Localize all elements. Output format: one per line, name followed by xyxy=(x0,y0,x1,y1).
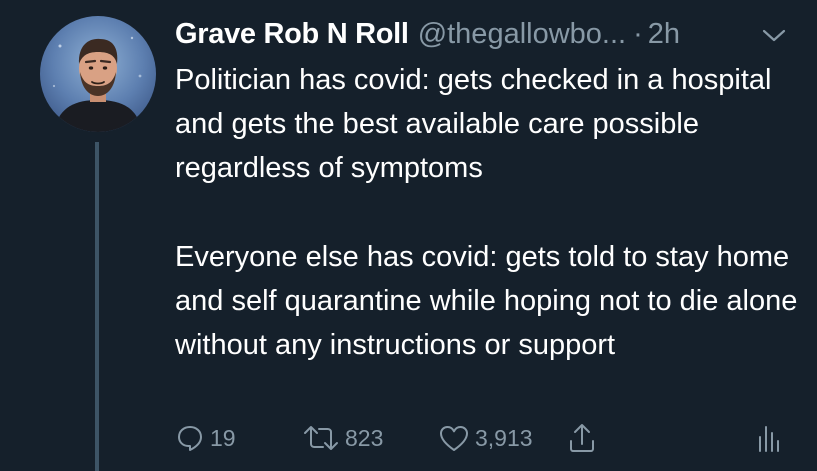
like-button[interactable]: 3,913 xyxy=(438,418,533,458)
share-icon xyxy=(570,424,594,452)
retweet-button[interactable]: 823 xyxy=(302,418,383,458)
like-count: 3,913 xyxy=(475,424,533,451)
reply-icon xyxy=(178,426,202,451)
analytics-icon xyxy=(759,426,779,452)
tweet-paragraph-1: Politician has covid: gets checked in a … xyxy=(175,64,772,185)
retweet-count: 823 xyxy=(345,424,384,451)
author-handle[interactable]: @thegallowbo... xyxy=(418,14,626,54)
avatar-image xyxy=(40,16,156,132)
tweet-text: Politician has covid: gets checked in a … xyxy=(175,58,805,367)
tweet[interactable]: Grave Rob N Roll @thegallowbo... · 2h Po… xyxy=(0,0,817,471)
author-avatar[interactable] xyxy=(40,16,156,132)
tweet-paragraph-2: Everyone else has covid: gets told to st… xyxy=(175,240,798,362)
tweet-header: Grave Rob N Roll @thegallowbo... · 2h xyxy=(175,14,805,54)
heart-icon xyxy=(440,426,468,451)
retweet-icon xyxy=(304,426,338,450)
tweet-analytics-button[interactable] xyxy=(756,418,780,458)
share-button[interactable] xyxy=(567,418,597,458)
author-display-name[interactable]: Grave Rob N Roll xyxy=(175,14,409,54)
reply-button[interactable]: 19 xyxy=(175,418,236,458)
header-separator: · xyxy=(633,18,643,50)
chevron-down-icon[interactable] xyxy=(761,26,787,44)
tweet-timestamp[interactable]: 2h xyxy=(648,14,680,54)
reply-count: 19 xyxy=(210,424,236,451)
tweet-actions: 19 823 3,913 xyxy=(0,418,817,458)
